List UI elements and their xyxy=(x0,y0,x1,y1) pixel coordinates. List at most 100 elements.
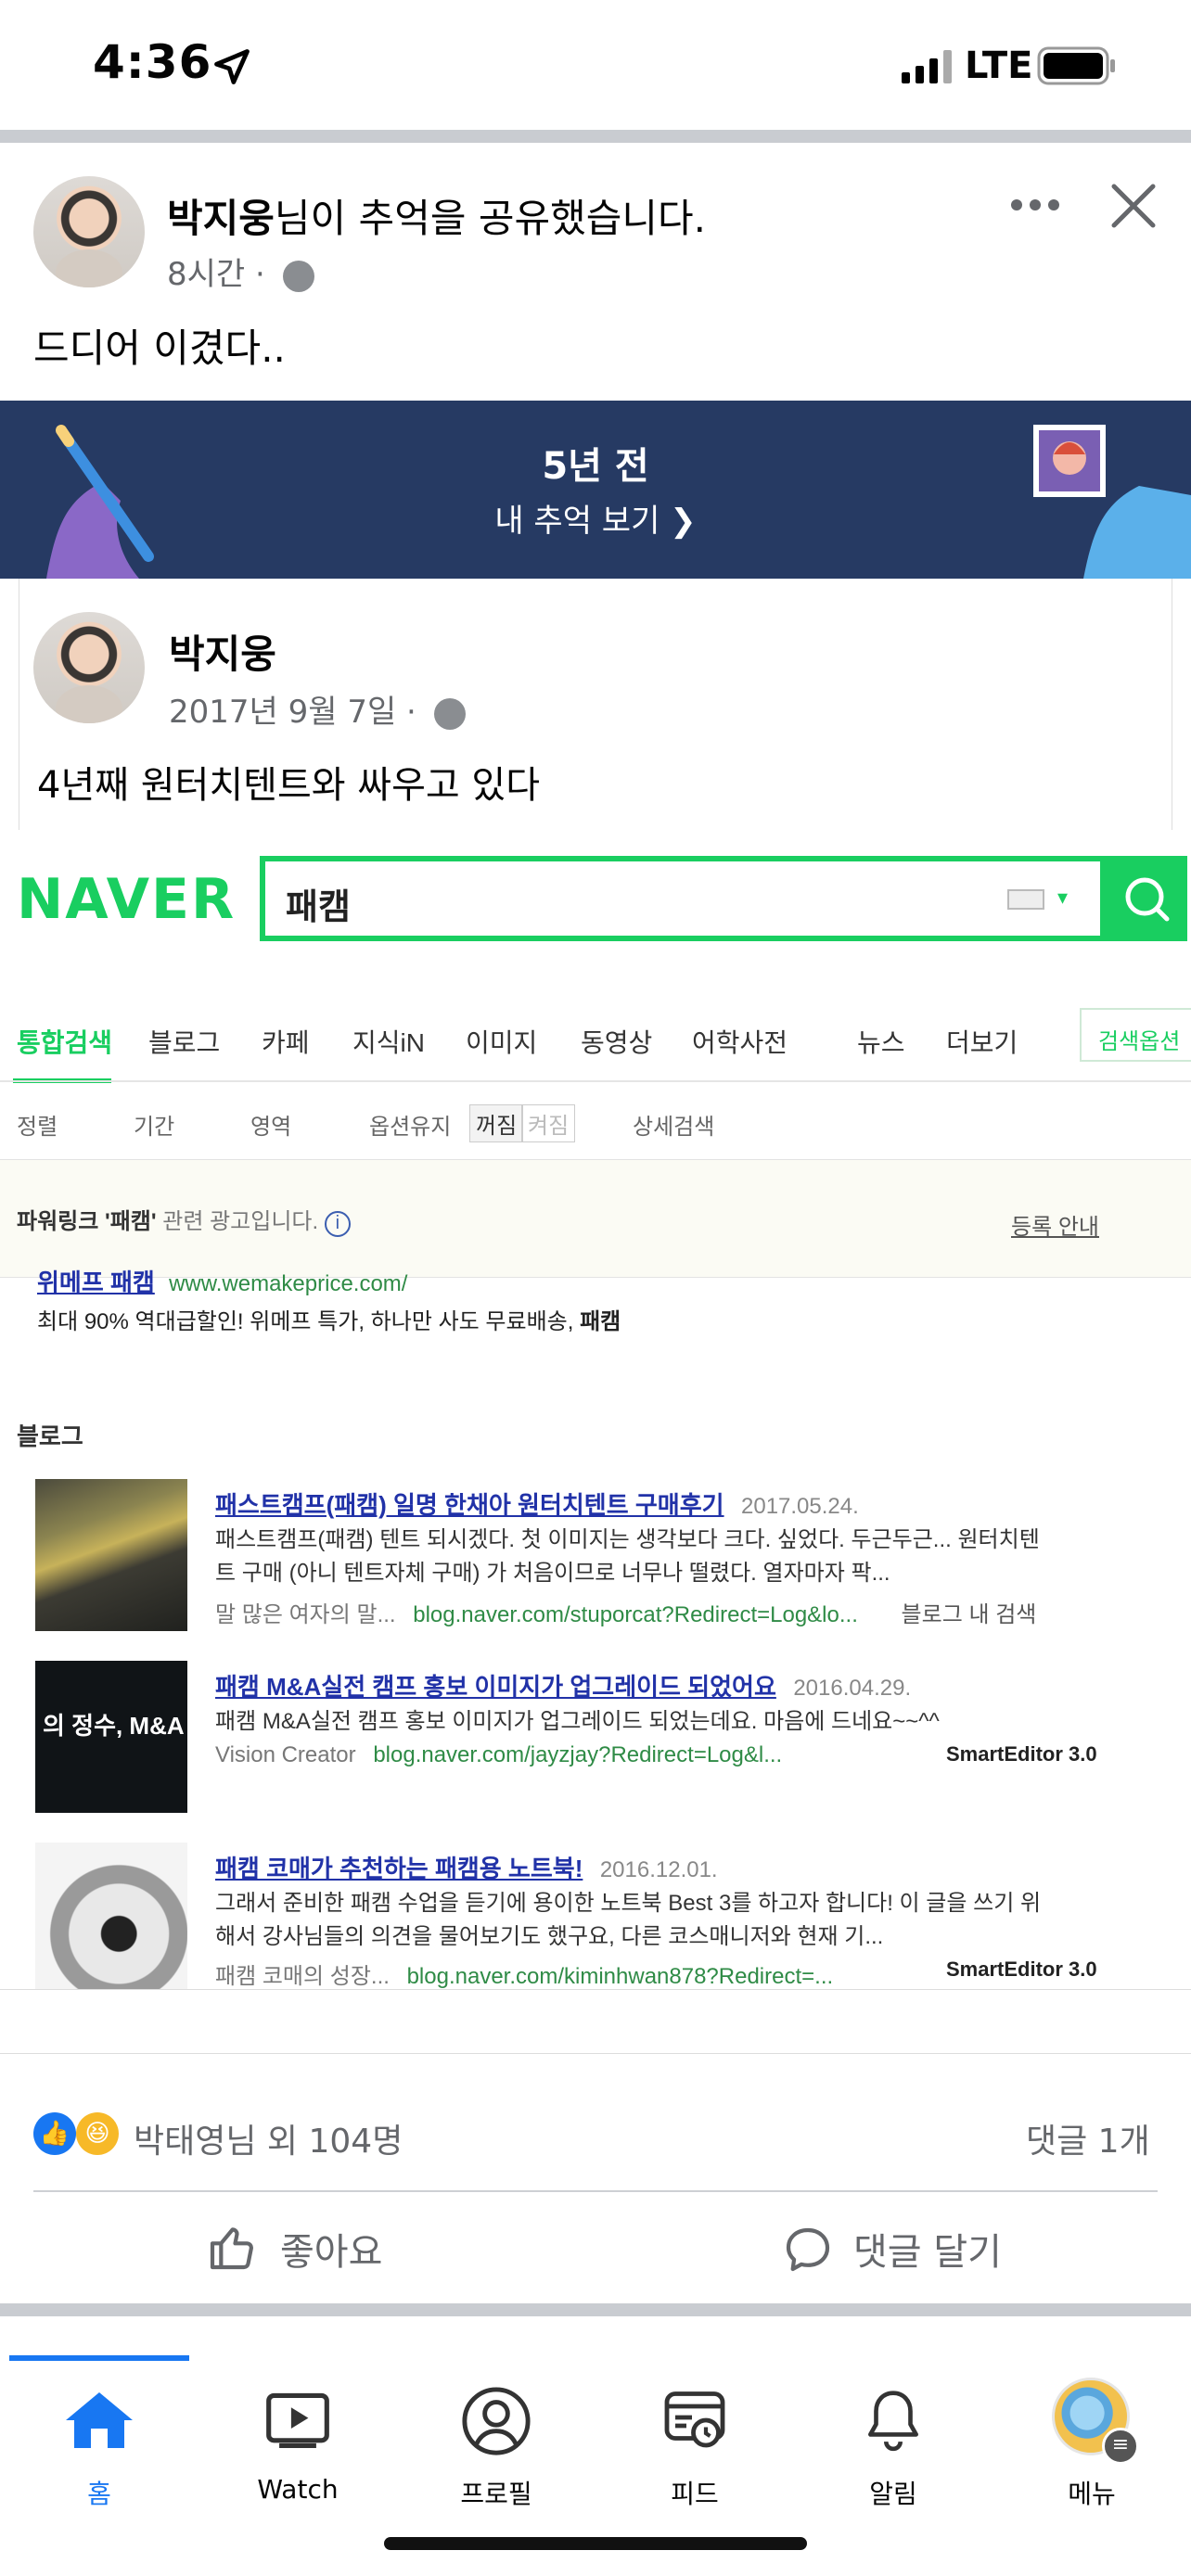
comment-button[interactable]: 댓글 달기 xyxy=(781,2216,1022,2281)
bell-icon xyxy=(868,2391,918,2452)
reactions-summary[interactable]: 박태영님 외 104명 xyxy=(134,2114,403,2162)
search-icon xyxy=(1125,877,1170,922)
powerlink-ad-desc: 최대 90% 역대급할인! 위메프 특가, 하나만 사도 무료배송, xyxy=(37,1309,574,1334)
post-time[interactable]: 8시간 xyxy=(167,256,245,293)
location-arrow-icon xyxy=(214,49,250,84)
naver-filter-sort: 정렬 xyxy=(17,1115,58,1140)
tab-watch[interactable]: Watch xyxy=(198,2355,397,2513)
like-reaction-icon: 👍 xyxy=(33,2112,76,2155)
blog-result-2-heading: 패캠 M&A실전 캠프 홍보 이미지가 업그레이드 되었어요 2016.04.2… xyxy=(215,1668,911,1702)
naver-tab-all: 통합검색 xyxy=(17,1028,113,1057)
comment-count[interactable]: 댓글 1개 xyxy=(1026,2114,1150,2162)
tab-home[interactable]: 홈 xyxy=(0,2355,198,2513)
memory-banner[interactable] xyxy=(0,401,1191,579)
home-indicator[interactable] xyxy=(384,2537,807,2550)
powerlink-prefix: 파워링크 xyxy=(17,1209,99,1234)
blog-result-3-text1: 그래서 준비한 패캠 수업을 듣기에 용이한 노트북 Best 3를 하고자 합… xyxy=(215,1891,1042,1916)
tab-profile[interactable]: 프로필 xyxy=(397,2355,596,2513)
more-options-icon[interactable] xyxy=(1009,191,1061,219)
info-icon: i xyxy=(324,1211,351,1237)
memory-years-ago: 5년 전 xyxy=(542,445,649,488)
blog-result-2-source: Vision Creator xyxy=(215,1742,356,1767)
blog-result-2-date: 2016.04.29. xyxy=(793,1676,912,1701)
post-header-text: 박지웅님이 추억을 공유했습니다. xyxy=(167,187,706,244)
naver-tab-more: 더보기 xyxy=(946,1028,1018,1057)
feed-separator xyxy=(0,130,1191,143)
feed-separator xyxy=(0,2303,1191,2316)
original-author-avatar[interactable] xyxy=(33,612,145,723)
naver-tab-blog: 블로그 xyxy=(148,1028,221,1057)
powerlink-ad-line: 위메프 패캠 www.wemakeprice.com/ xyxy=(37,1264,407,1298)
blog-result-thumbnail: 의 정수, M&A xyxy=(35,1661,187,1813)
blog-result-thumbnail xyxy=(35,1843,187,1995)
naver-search-button xyxy=(1106,856,1187,941)
blog-result-3-source: 패캠 코매의 성장... xyxy=(215,1964,390,1989)
powerlink-ad-url: www.wemakeprice.com/ xyxy=(169,1271,408,1296)
naver-tab-news: 뉴스 xyxy=(857,1028,905,1057)
thumbs-up-icon xyxy=(210,2227,253,2270)
network-type: LTE xyxy=(965,45,1033,87)
like-button[interactable]: 좋아요 xyxy=(206,2216,410,2281)
blog-result-1-meta: 말 많은 여자의 말... blog.naver.com/stuporcat?R… xyxy=(215,1596,1036,1628)
tab-menu[interactable]: ≡ 메뉴 xyxy=(992,2355,1191,2513)
see-memories-link[interactable]: 내 추억 보기 ❯ xyxy=(0,495,1191,541)
tab-home-label: 홈 xyxy=(87,2479,111,2509)
blog-result-3-extra: SmartEditor 3.0 xyxy=(946,1958,1097,1981)
blog-result-1-source: 말 많은 여자의 말... xyxy=(215,1602,396,1627)
blog-result-3-meta: 패캠 코매의 성장... blog.naver.com/kiminhwan878… xyxy=(215,1958,833,1990)
naver-search-box: 패캠 ▾ xyxy=(260,856,1106,941)
blog-result-3-heading: 패캠 코매가 추천하는 패캠용 노트북! 2016.12.01. xyxy=(215,1850,718,1884)
blog-result-1-title: 패스트캠프(패캠) 일명 한채아 원터치텐트 구매후기 xyxy=(215,1491,724,1519)
naver-powerlink-label: 파워링크 '패캠' 관련 광고입니다. i xyxy=(17,1203,351,1237)
actions-divider xyxy=(33,2190,1158,2192)
naver-filter-area: 영역 xyxy=(250,1115,292,1140)
blog-result-2-url: blog.naver.com/jayzjay?Redirect=Log&l... xyxy=(373,1742,783,1767)
powerlink-suffix: 관련 광고입니다. xyxy=(162,1209,319,1234)
blog-result-2-title: 패캠 M&A실전 캠프 홍보 이미지가 업그레이드 되었어요 xyxy=(215,1673,776,1701)
comment-bubble-icon xyxy=(786,2227,830,2272)
dropdown-arrow-icon: ▾ xyxy=(1057,886,1069,909)
see-memories-label: 내 추억 보기 xyxy=(494,503,660,540)
naver-filter-period: 기간 xyxy=(134,1115,175,1140)
globe-icon xyxy=(433,697,466,730)
post-meta: 8시간 · xyxy=(167,249,314,294)
naver-screenshot-image[interactable]: NAVER 패캠 ▾ 통합검색 블로그 카페 지식iN 이미지 동영상 어학사전… xyxy=(0,830,1191,2054)
powerlink-ad-desc-line: 최대 90% 역대급할인! 위메프 특가, 하나만 사도 무료배송, 패캠 xyxy=(37,1303,621,1335)
naver-filter-off: 꺼짐 xyxy=(469,1104,524,1142)
naver-filter-on: 켜짐 xyxy=(521,1104,576,1142)
tab-menu-label: 메뉴 xyxy=(1068,2479,1116,2509)
haha-reaction-icon: 😆 xyxy=(76,2112,119,2155)
original-post-meta: 2017년 9월 7일 · xyxy=(169,686,466,732)
original-author-name[interactable]: 박지웅 xyxy=(169,623,276,680)
home-icon xyxy=(66,2392,133,2448)
tab-feed[interactable]: 피드 xyxy=(596,2355,794,2513)
naver-filter-detail: 상세검색 xyxy=(633,1115,715,1140)
close-icon[interactable] xyxy=(1109,182,1158,230)
naver-powerlink-register: 등록 안내 xyxy=(1011,1215,1099,1240)
naver-tab-kin: 지식iN xyxy=(352,1028,425,1057)
blog-result-1-url: blog.naver.com/stuporcat?Redirect=Log&lo… xyxy=(413,1602,858,1627)
blog-result-1-text2: 트 구매 (아니 텐트자체 구매) 가 처음이므로 너무나 떨렸다. 열자마자 … xyxy=(215,1561,890,1586)
menu-lines-icon: ≡ xyxy=(1102,2428,1139,2465)
naver-search-options: 검색옵션 xyxy=(1080,1008,1191,1062)
powerlink-keyword: '패캠' xyxy=(105,1209,157,1234)
author-name[interactable]: 박지웅 xyxy=(167,196,275,241)
original-post-date[interactable]: 2017년 9월 7일 xyxy=(169,694,396,731)
blog-result-1-heading: 패스트캠프(패캠) 일명 한채아 원터치텐트 구매후기 2017.05.24. xyxy=(215,1486,859,1521)
blog-result-thumbnail xyxy=(35,1479,187,1631)
feed-icon xyxy=(664,2391,725,2448)
tab-feed-label: 피드 xyxy=(671,2479,719,2509)
blog-result-3-title: 패캠 코매가 추천하는 패캠용 노트북! xyxy=(215,1855,583,1882)
blog-result-3-text2: 해서 강사님들의 의견을 물어보기도 했구요, 다른 코스매니저와 현재 기..… xyxy=(215,1924,884,1949)
tab-notifications[interactable]: 알림 xyxy=(794,2355,992,2513)
powerlink-ad-title: 위메프 패캠 xyxy=(37,1269,155,1296)
post-caption: 드디어 이겼다.. xyxy=(33,325,286,371)
author-avatar[interactable] xyxy=(33,176,145,287)
globe-icon xyxy=(282,260,314,292)
keyboard-icon xyxy=(1007,889,1044,910)
naver-logo: NAVER xyxy=(17,867,237,932)
tab-watch-label: Watch xyxy=(257,2474,339,2505)
blog-result-3-url: blog.naver.com/kiminhwan878?Redirect=... xyxy=(406,1964,834,1989)
blog-result-3-date: 2016.12.01. xyxy=(599,1857,718,1882)
naver-tab-cafe: 카페 xyxy=(262,1028,310,1057)
